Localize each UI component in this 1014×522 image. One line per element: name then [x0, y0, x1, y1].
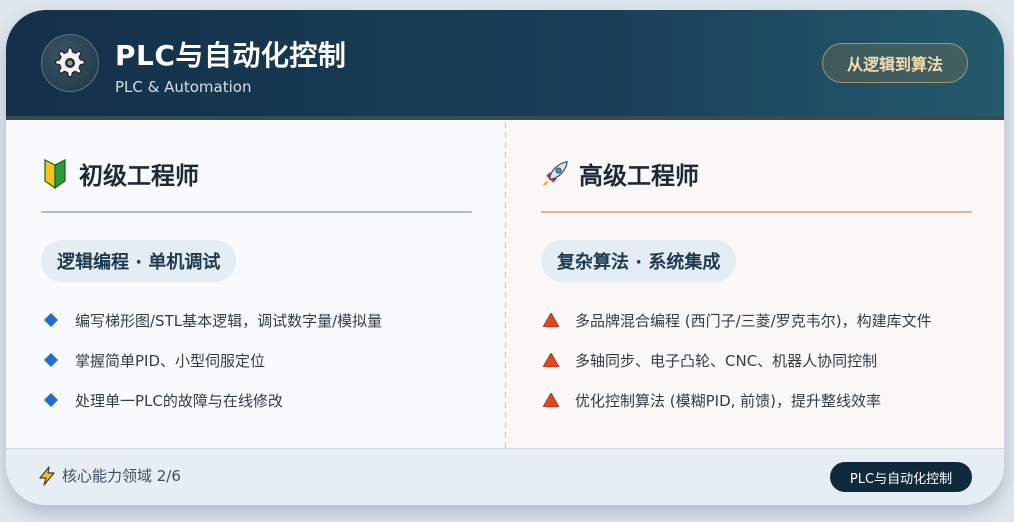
junior-column: 初级工程师 逻辑编程 · 单机调试 编写梯形图/STL基本逻辑，调试数字量/模拟… [6, 120, 505, 448]
list-item: 多轴同步、电子凸轮、CNC、机器人协同控制 [543, 340, 932, 380]
header-badge: 从逻辑到算法 [822, 43, 968, 83]
blue-diamond-icon [43, 392, 59, 408]
rocket-icon [541, 158, 569, 190]
career-card: PLC与自动化控制 PLC & Automation 从逻辑到算法 初级工程师 … [6, 10, 1004, 505]
list-item: 优化控制算法 (模糊PID, 前馈)，提升整线效率 [543, 380, 932, 420]
card-header: PLC与自动化控制 PLC & Automation 从逻辑到算法 [6, 10, 1004, 116]
beginner-badge-icon [41, 158, 69, 190]
junior-tag: 逻辑编程 · 单机调试 [41, 240, 237, 282]
senior-underline [541, 211, 972, 213]
senior-heading: 高级工程师 [541, 156, 699, 191]
list-item-text: 处理单一PLC的故障与在线修改 [75, 391, 283, 410]
junior-list: 编写梯形图/STL基本逻辑，调试数字量/模拟量 掌握简单PID、小型伺服定位 处… [43, 300, 382, 420]
senior-heading-text: 高级工程师 [579, 162, 699, 190]
list-item-text: 掌握简单PID、小型伺服定位 [75, 351, 266, 370]
junior-heading-text: 初级工程师 [79, 162, 199, 190]
list-item: 多品牌混合编程 (西门子/三菱/罗克韦尔)，构建库文件 [543, 300, 932, 340]
footer-progress: 核心能力领域 2/6 [38, 465, 181, 486]
footer-label: 核心能力领域 2/6 [62, 467, 181, 485]
card-footer: 核心能力领域 2/6 PLC与自动化控制 [6, 448, 1004, 505]
red-triangle-icon [543, 352, 559, 368]
list-item-text: 优化控制算法 (模糊PID, 前馈)，提升整线效率 [575, 391, 882, 410]
blue-diamond-icon [43, 352, 59, 368]
list-item: 处理单一PLC的故障与在线修改 [43, 380, 382, 420]
lightning-icon [38, 465, 56, 486]
blue-diamond-icon [43, 312, 59, 328]
senior-list: 多品牌混合编程 (西门子/三菱/罗克韦尔)，构建库文件 多轴同步、电子凸轮、CN… [543, 300, 932, 420]
footer-category-pill: PLC与自动化控制 [830, 462, 972, 492]
gear-icon [41, 34, 99, 92]
junior-underline [41, 211, 472, 213]
list-item-text: 编写梯形图/STL基本逻辑，调试数字量/模拟量 [75, 311, 383, 330]
page-subtitle: PLC & Automation [115, 78, 252, 96]
red-triangle-icon [543, 312, 559, 328]
list-item: 掌握简单PID、小型伺服定位 [43, 340, 382, 380]
list-item-text: 多轴同步、电子凸轮、CNC、机器人协同控制 [575, 351, 878, 370]
senior-tag: 复杂算法 · 系统集成 [541, 240, 737, 282]
page-title: PLC与自动化控制 [115, 39, 347, 72]
list-item: 编写梯形图/STL基本逻辑，调试数字量/模拟量 [43, 300, 382, 340]
senior-column: 高级工程师 复杂算法 · 系统集成 多品牌混合编程 (西门子/三菱/罗克韦尔)，… [506, 120, 1004, 448]
list-item-text: 多品牌混合编程 (西门子/三菱/罗克韦尔)，构建库文件 [575, 311, 932, 330]
red-triangle-icon [543, 392, 559, 408]
junior-heading: 初级工程师 [41, 156, 199, 191]
